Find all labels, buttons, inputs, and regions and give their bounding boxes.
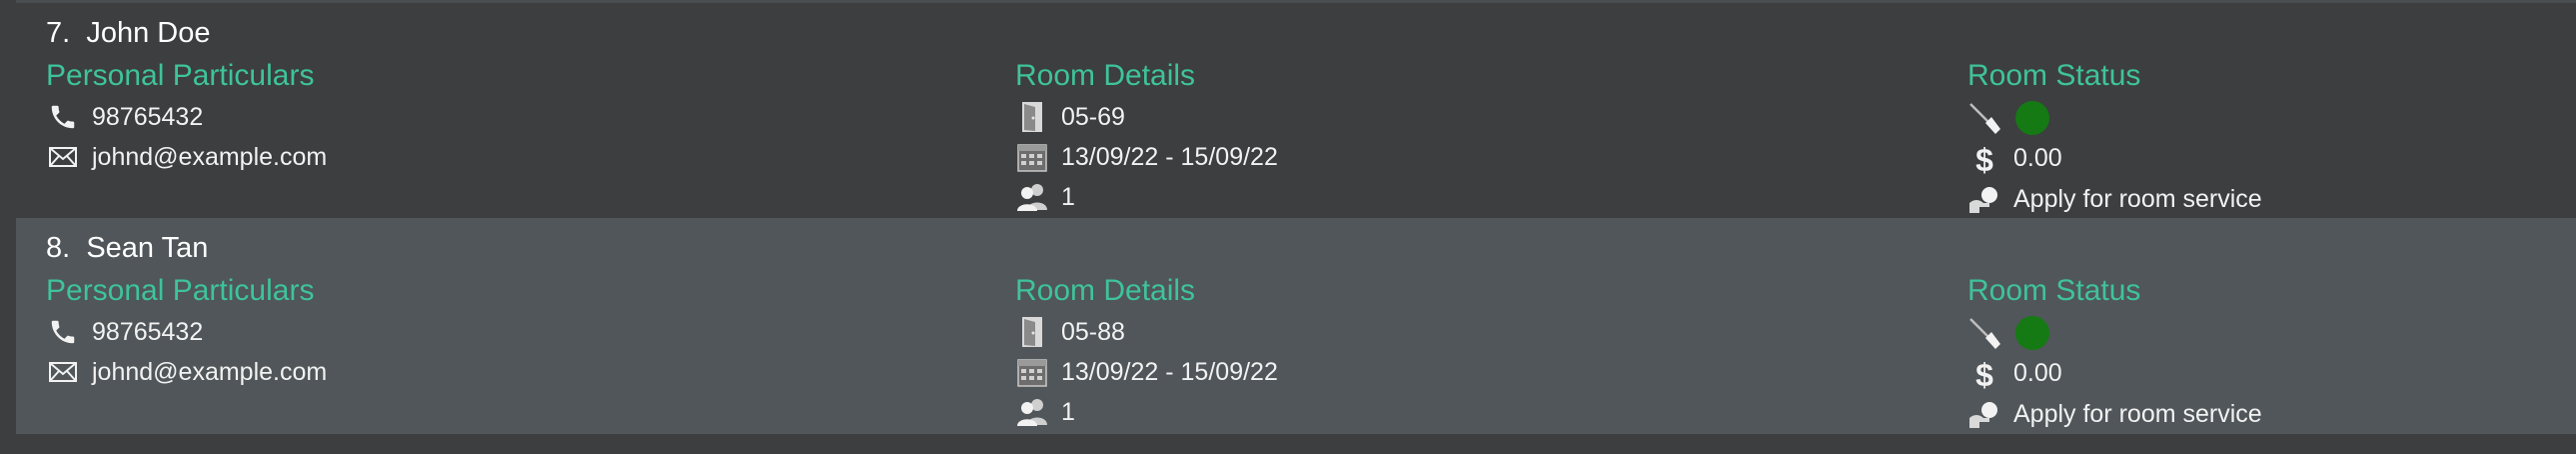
broom-icon	[1967, 316, 2001, 350]
room-details-section: Room Details 05-69 13/09/22 - 15/09/22 1	[1015, 59, 1278, 217]
calendar-icon	[1015, 355, 1049, 389]
room-status-section: Room Status $ 0.00 Apply for room servic…	[1967, 59, 2262, 220]
room-details-section: Room Details 05-88 13/09/22 - 15/09/22 1	[1015, 274, 1278, 432]
envelope-icon	[46, 355, 80, 389]
guests-row: 1	[1015, 392, 1278, 432]
room-details-heading: Room Details	[1015, 59, 1196, 92]
room-details-heading: Room Details	[1015, 274, 1196, 307]
room-status-section: Room Status $ 0.00 Apply for room servic…	[1967, 274, 2262, 435]
dates-row: 13/09/22 - 15/09/22	[1015, 352, 1278, 392]
room-number: 05-88	[1061, 317, 1125, 346]
guest-count: 1	[1061, 397, 1075, 426]
phone-row: 98765432	[46, 312, 327, 352]
phone-icon	[46, 100, 80, 134]
guest-index: 8.	[46, 232, 71, 264]
room-status-heading: Room Status	[1967, 59, 2141, 92]
personal-particulars-section: Personal Particulars 98765432 johnd@exam…	[46, 59, 327, 177]
stay-dates: 13/09/22 - 15/09/22	[1061, 142, 1278, 171]
phone-icon	[46, 315, 80, 349]
bill-row: $ 0.00	[1967, 353, 2262, 394]
dollar-icon: $	[1967, 357, 2001, 391]
list-bottom-edge	[0, 440, 2576, 454]
calendar-icon	[1015, 140, 1049, 174]
dollar-icon: $	[1967, 142, 2001, 176]
room-number-row: 05-88	[1015, 312, 1278, 352]
stay-dates: 13/09/22 - 15/09/22	[1061, 357, 1278, 386]
phone-number: 98765432	[92, 317, 204, 346]
guest-index: 7.	[46, 17, 71, 49]
guest-name-line: 7. John Doe	[46, 17, 210, 50]
svg-text:$: $	[1975, 142, 1993, 176]
clean-status-row	[1967, 312, 2262, 353]
clean-status-row	[1967, 97, 2262, 138]
bell-hand-icon	[1967, 183, 2001, 217]
guest-name: John Doe	[86, 17, 211, 49]
room-service-label[interactable]: Apply for room service	[2013, 185, 2262, 214]
room-status-heading: Room Status	[1967, 274, 2141, 307]
email-address: johnd@example.com	[92, 357, 328, 386]
clean-status-indicator	[2015, 315, 2049, 350]
bill-amount: 0.00	[2013, 144, 2062, 172]
email-row: johnd@example.com	[46, 352, 327, 392]
bell-hand-icon	[1967, 398, 2001, 432]
dates-row: 13/09/22 - 15/09/22	[1015, 137, 1278, 177]
svg-text:$: $	[1975, 357, 1993, 391]
room-service-label[interactable]: Apply for room service	[2013, 400, 2262, 429]
people-icon	[1015, 395, 1049, 429]
bill-row: $ 0.00	[1967, 138, 2262, 179]
phone-number: 98765432	[92, 102, 204, 131]
guest-name-line: 8. Sean Tan	[46, 232, 208, 265]
door-icon	[1015, 315, 1049, 349]
room-number: 05-69	[1061, 102, 1125, 131]
room-number-row: 05-69	[1015, 97, 1278, 137]
guests-row: 1	[1015, 177, 1278, 217]
personal-particulars-heading: Personal Particulars	[46, 59, 315, 92]
guest-name: Sean Tan	[86, 232, 209, 264]
personal-particulars-heading: Personal Particulars	[46, 274, 315, 307]
email-row: johnd@example.com	[46, 137, 327, 177]
people-icon	[1015, 180, 1049, 214]
guest-card[interactable]: 7. John Doe Personal Particulars 9876543…	[16, 0, 2576, 219]
clean-status-indicator	[2015, 100, 2049, 135]
bill-amount: 0.00	[2013, 359, 2062, 387]
personal-particulars-section: Personal Particulars 98765432 johnd@exam…	[46, 274, 327, 392]
guest-list[interactable]: 7. John Doe Personal Particulars 9876543…	[16, 0, 2576, 440]
room-service-row[interactable]: Apply for room service	[1967, 179, 2262, 220]
door-icon	[1015, 100, 1049, 134]
broom-icon	[1967, 101, 2001, 135]
guest-card[interactable]: 8. Sean Tan Personal Particulars 9876543…	[16, 218, 2576, 434]
guest-count: 1	[1061, 182, 1075, 211]
phone-row: 98765432	[46, 97, 327, 137]
envelope-icon	[46, 140, 80, 174]
room-service-row[interactable]: Apply for room service	[1967, 394, 2262, 435]
email-address: johnd@example.com	[92, 142, 328, 171]
